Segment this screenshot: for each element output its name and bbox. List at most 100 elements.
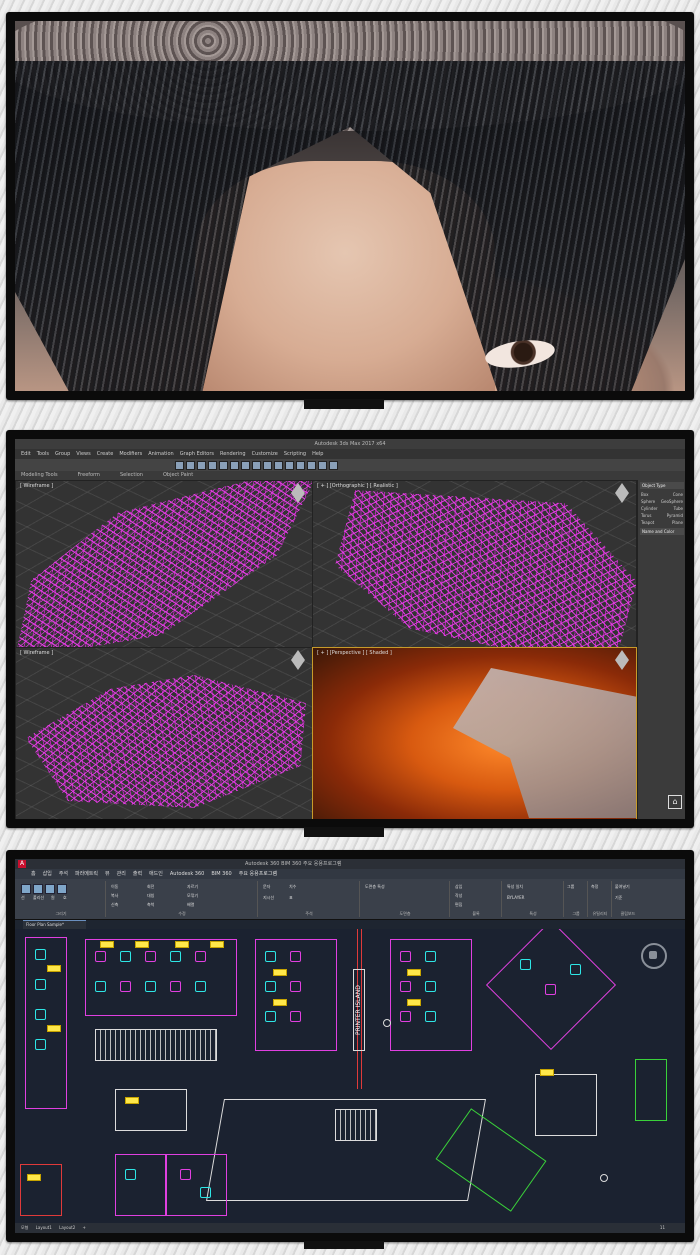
edit-block-command[interactable]: 편집 [455,902,462,908]
tool-label[interactable]: 원 [51,895,55,901]
file-tab[interactable]: Floor Plan Sample* [23,920,86,929]
table-command[interactable]: 표 [289,895,293,901]
layout-tab-model[interactable]: 모형 [21,1225,28,1230]
trim-command[interactable]: 자르기 [187,884,198,890]
create-pyramid-button[interactable]: Pyramid [667,513,683,518]
menu-item[interactable]: Modifiers [119,449,142,459]
insert-block-command[interactable]: 삽입 [455,884,462,890]
stretch-command[interactable]: 신축 [111,902,118,908]
redo-icon[interactable] [186,460,195,470]
select-icon[interactable] [219,460,228,470]
menu-item[interactable]: Create [97,449,114,459]
viewport-label[interactable]: [ Wireframe ] [20,483,53,489]
create-plane-button[interactable]: Plane [672,520,683,525]
name-color-rollout[interactable]: Name and Color [640,528,684,535]
mirror-icon[interactable] [285,460,294,470]
ribbon-tab-object-paint[interactable]: Object Paint [163,471,193,480]
viewport-label[interactable]: [ + ] [Perspective ] [ Shaded ] [317,650,392,656]
measure-command[interactable]: 측정 [591,884,598,890]
menu-item[interactable]: Animation [148,449,174,459]
home-icon[interactable]: ⌂ [668,795,682,809]
text-command[interactable]: 문자 [263,884,270,890]
viewport-top-left[interactable]: [ Wireframe ] [15,480,313,648]
snap-icon[interactable] [274,460,283,470]
viewport-top-right[interactable]: [ + ] [Orthographic ] [ Realistic ] [312,480,637,648]
bylayer-dropdown[interactable]: BYLAYER [507,895,524,900]
create-cylinder-button[interactable]: Cylinder [641,506,658,511]
menu-item[interactable]: Edit [21,449,31,459]
layout-tab-2[interactable]: Layout2 [59,1225,75,1230]
paste-command[interactable]: 붙여넣기 [615,884,630,890]
create-teapot-button[interactable]: Teapot [641,520,654,525]
scale-command[interactable]: 축척 [147,902,154,908]
ribbon-tab-modeling[interactable]: Modeling Tools [21,471,58,480]
select-region-icon[interactable] [230,460,239,470]
viewport-label[interactable]: [ Wireframe ] [20,650,53,656]
create-torus-button[interactable]: Torus [641,513,651,518]
rotate-icon[interactable] [252,460,261,470]
create-tube-button[interactable]: Tube [674,506,683,511]
unlink-icon[interactable] [208,460,217,470]
create-cone-button[interactable]: Cone [673,492,683,497]
tool-label[interactable]: 호 [63,895,67,901]
menu-item[interactable]: Graph Editors [180,449,214,459]
menu-item[interactable]: Customize [252,449,278,459]
annotation-scale[interactable]: 11 [660,1223,665,1233]
menu-item[interactable]: Tools [37,449,49,459]
tool-label[interactable]: 폴리선 [33,895,44,901]
fillet-command[interactable]: 모깎기 [187,893,198,899]
move-icon[interactable] [241,460,250,470]
layer-properties-command[interactable]: 도면층 특성 [365,884,385,890]
tab-addins[interactable]: 애드인 [149,869,163,879]
ribbon-tab-freeform[interactable]: Freeform [78,471,100,480]
layout-tab-1[interactable]: Layout1 [36,1225,52,1230]
scale-icon[interactable] [263,460,272,470]
autocad-logo-icon[interactable]: A [18,860,26,868]
leader-command[interactable]: 지시선 [263,895,274,901]
undo-icon[interactable] [175,460,184,470]
create-sphere-button[interactable]: Sphere [641,499,655,504]
base-command[interactable]: 기준 [615,895,622,901]
align-icon[interactable] [296,460,305,470]
tool-label[interactable]: 선 [21,895,25,901]
arc-tool-icon[interactable] [57,884,67,894]
tab-a360[interactable]: Autodesk 360 [170,869,205,879]
match-properties-command[interactable]: 특성 일치 [507,884,523,890]
group-command[interactable]: 그룹 [567,884,574,890]
menu-item[interactable]: Rendering [220,449,246,459]
add-layout-button[interactable]: + [83,1225,86,1230]
tab-output[interactable]: 출력 [133,869,142,879]
move-command[interactable]: 이동 [111,884,118,890]
drawing-canvas[interactable]: PRINTER ISLAND [15,929,685,1223]
tab-view[interactable]: 뷰 [105,869,110,879]
circle-tool-icon[interactable] [45,884,55,894]
rotate-command[interactable]: 회전 [147,884,154,890]
tab-manage[interactable]: 관리 [117,869,126,879]
mirror-command[interactable]: 대칭 [147,893,154,899]
menu-item[interactable]: Help [312,449,323,459]
link-icon[interactable] [197,460,206,470]
render-setup-icon[interactable] [318,460,327,470]
render-icon[interactable] [329,460,338,470]
viewcube-compass-icon[interactable] [641,943,667,969]
array-command[interactable]: 배열 [187,902,194,908]
tab-parametric[interactable]: 파라메트릭 [75,869,98,879]
viewport-label[interactable]: [ + ] [Orthographic ] [ Realistic ] [317,483,398,489]
tab-insert[interactable]: 삽입 [43,869,52,879]
polyline-tool-icon[interactable] [33,884,43,894]
viewport-bottom-left[interactable]: [ Wireframe ] [15,647,313,819]
create-block-command[interactable]: 작성 [455,893,462,899]
tab-featured-apps[interactable]: 주요 응용프로그램 [239,869,277,879]
tab-home[interactable]: 홈 [31,869,36,879]
dimension-command[interactable]: 치수 [289,884,296,890]
line-tool-icon[interactable] [21,884,31,894]
tab-annotate[interactable]: 주석 [59,869,68,879]
ribbon-tab-selection[interactable]: Selection [120,471,143,480]
menu-item[interactable]: Views [76,449,90,459]
create-box-button[interactable]: Box [641,492,648,497]
copy-command[interactable]: 복사 [111,893,118,899]
material-editor-icon[interactable] [307,460,316,470]
object-type-rollout[interactable]: Object Type [640,482,684,489]
tab-bim360[interactable]: BIM 360 [211,869,231,879]
create-geosphere-button[interactable]: GeoSphere [661,499,683,504]
